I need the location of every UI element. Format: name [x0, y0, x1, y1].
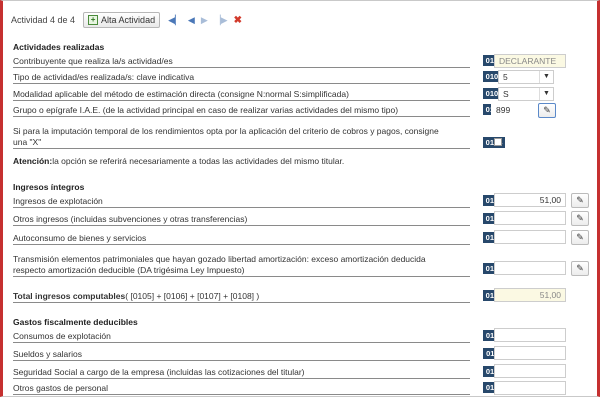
total-label-bold: Total ingresos computables: [13, 291, 126, 301]
row-label: Grupo o epígrafe I.A.E. (de la actividad…: [13, 105, 399, 115]
row-underline: [13, 116, 470, 117]
pencil-icon: ✎: [576, 213, 584, 223]
edit-0107-button[interactable]: ✎: [571, 230, 589, 245]
delete-icon[interactable]: ✖: [234, 15, 242, 26]
row-label-line1: Transmisión elementos patrimoniales que …: [13, 254, 426, 264]
row-label: Otros ingresos (incluidas subvenciones y…: [13, 214, 248, 224]
row-label: Tipo de actividad/es realizada/s: clave …: [13, 72, 195, 82]
row-underline: [13, 207, 470, 208]
row-underline: [13, 225, 470, 226]
seguridad-social-field[interactable]: [494, 364, 566, 378]
row-underline: [13, 342, 470, 343]
edit-epigrafe-button[interactable]: ✎: [538, 103, 556, 118]
row-underline: [13, 360, 470, 361]
pencil-icon: ✎: [576, 232, 584, 242]
pencil-icon: ✎: [576, 195, 584, 205]
row-underline: [13, 67, 470, 68]
edit-0108-button[interactable]: ✎: [571, 261, 589, 276]
row-underline: [13, 244, 470, 245]
autoconsumo-field[interactable]: [494, 230, 566, 244]
attention-text: la opción se referirá necesariamente a t…: [52, 156, 345, 166]
otros-ingresos-field[interactable]: [494, 211, 566, 225]
epigrafe-field[interactable]: 899: [491, 103, 535, 117]
activity-counter: Actividad 4 de 4: [11, 15, 76, 25]
sueldos-field[interactable]: [494, 346, 566, 360]
row-underline: [13, 276, 470, 277]
row-underline: [13, 302, 470, 303]
row-label-line2: una "X": [13, 137, 42, 147]
attention-label: Atención:: [13, 156, 53, 166]
ingresos-explotacion-field[interactable]: 51,00: [494, 193, 566, 207]
row-label: Contribuyente que realiza la/s actividad…: [13, 56, 173, 66]
modalidad-value: S: [503, 89, 509, 99]
row-label: Modalidad aplicable del método de estima…: [13, 89, 349, 99]
alta-actividad-button[interactable]: + Alta Actividad: [83, 12, 161, 28]
row-label: Sueldos y salarios: [13, 349, 82, 359]
pencil-icon: ✎: [576, 263, 584, 273]
prev-icon[interactable]: ◀: [188, 15, 195, 26]
chevron-down-icon[interactable]: ▼: [539, 71, 553, 83]
alta-actividad-label: Alta Actividad: [101, 15, 156, 25]
transmision-field[interactable]: [494, 261, 566, 275]
row-label: Otros gastos de personal: [13, 383, 108, 393]
edit-0106-button[interactable]: ✎: [571, 211, 589, 226]
otros-gastos-personal-field[interactable]: [494, 381, 566, 395]
row-label-line2: respecto amortización deducible (DA trig…: [13, 265, 245, 275]
section-actividades-heading: Actividades realizadas: [13, 42, 105, 52]
last-icon[interactable]: ▕▶: [214, 15, 228, 26]
chevron-down-icon[interactable]: ▼: [539, 88, 553, 100]
tipo-actividad-select[interactable]: 5 ▼: [498, 70, 554, 84]
row-label: Consumos de explotación: [13, 331, 111, 341]
section-gastos-heading: Gastos fiscalmente deducibles: [13, 317, 138, 327]
row-underline: [13, 148, 470, 149]
total-label-formula: ( [0105] + [0106] + [0107] + [0108] ): [125, 291, 260, 301]
next-icon[interactable]: ▶: [201, 15, 208, 26]
activity-navigation: ◀▏ ◀ ▶ ▕▶ ✖: [168, 15, 242, 26]
total-label: Total ingresos computables( [0105] + [01…: [13, 291, 259, 301]
row-underline: [13, 394, 470, 395]
edit-0105-button[interactable]: ✎: [571, 193, 589, 208]
row-underline: [13, 100, 470, 101]
toolbar: Actividad 4 de 4 + Alta Actividad ◀▏ ◀ ▶…: [11, 8, 242, 32]
row-underline: [13, 83, 470, 84]
row-label: Seguridad Social a cargo de la empresa (…: [13, 367, 305, 377]
cobros-pagos-checkbox[interactable]: [494, 138, 502, 146]
tipo-actividad-value: 5: [503, 72, 508, 82]
first-icon[interactable]: ◀▏: [168, 15, 182, 26]
row-label: Ingresos de explotación: [13, 196, 103, 206]
row-underline: [13, 378, 470, 379]
total-ingresos-field: 51,00: [494, 288, 566, 302]
consumos-field[interactable]: [494, 328, 566, 342]
pencil-icon: ✎: [543, 105, 551, 115]
attention-note: Atención:la opción se referirá necesaria…: [13, 156, 344, 166]
row-label-line1: Si para la imputación temporal de los re…: [13, 126, 439, 136]
contribuyente-field[interactable]: DECLARANTE: [494, 54, 566, 68]
add-icon: +: [88, 15, 99, 25]
row-label: Autoconsumo de bienes y servicios: [13, 233, 147, 243]
section-ingresos-heading: Ingresos íntegros: [13, 182, 85, 192]
modalidad-select[interactable]: S ▼: [498, 87, 554, 101]
